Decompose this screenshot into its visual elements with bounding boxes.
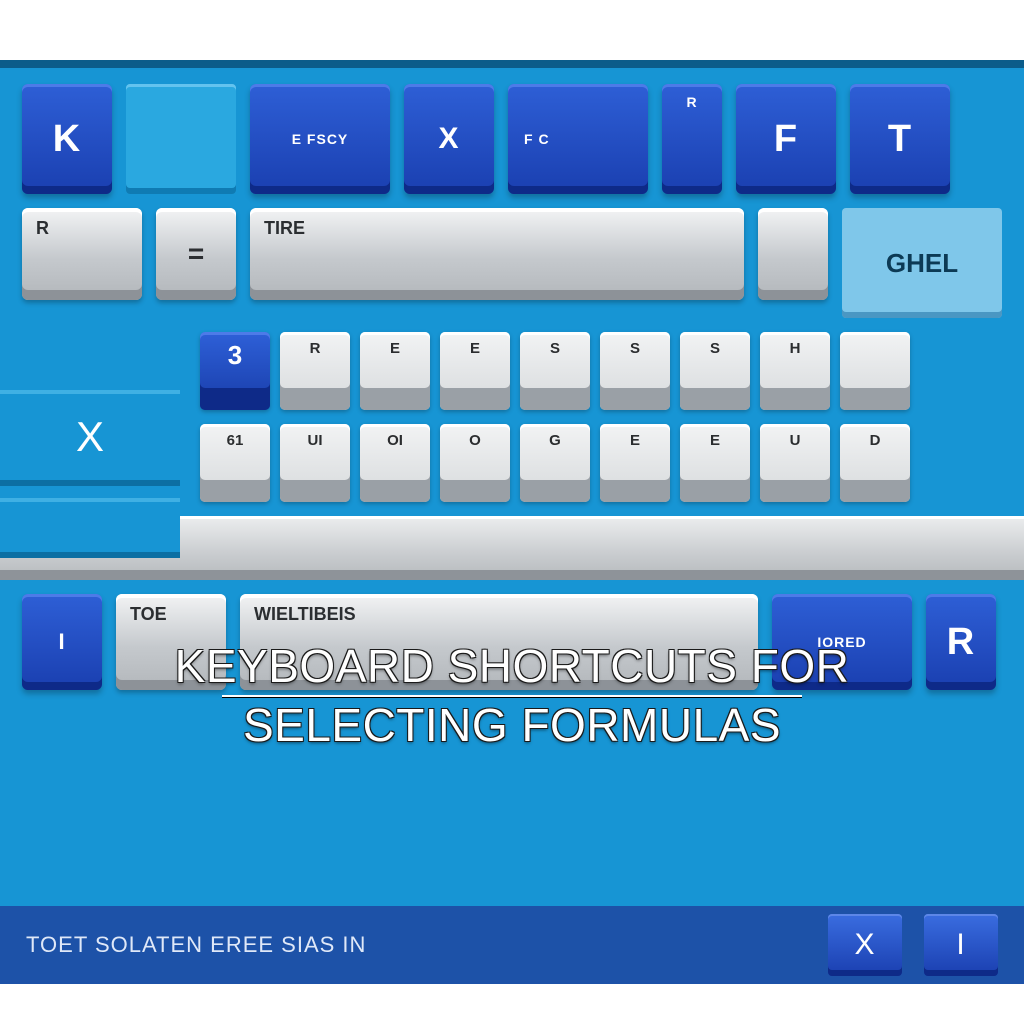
gkey-r3-3[interactable]: E [440,332,510,410]
title-rule [222,695,802,697]
key-3-blue[interactable]: 3 [200,332,270,410]
silver-key-eq[interactable]: = [156,208,236,300]
gkey-r4-0[interactable]: 61 [200,424,270,502]
cyan-slab-1 [126,84,236,194]
left-blank-slab [0,498,180,558]
gkey-r4-5[interactable]: E [600,424,670,502]
key-efscy[interactable]: E FSCY [250,84,390,194]
title-line-2: Selecting Formulas [120,699,904,752]
row-silver-1: R = TIRE GHEL [0,208,1024,318]
footer-strip: TOET SOLATEN EREE SIAS IN X I [0,906,1024,984]
left-column: X [0,390,180,558]
key-f[interactable]: F [736,84,836,194]
gkey-r4-4[interactable]: G [520,424,590,502]
gkey-r4-3[interactable]: O [440,424,510,502]
gkey-r3-7[interactable]: H [760,332,830,410]
silver-key-blank1[interactable] [758,208,828,300]
gkey-r4-8[interactable]: D [840,424,910,502]
gkey-r3-6[interactable]: S [680,332,750,410]
title-overlay: Keyboard Shortcuts For Selecting Formula… [0,640,1024,752]
silver-key-r[interactable]: R [22,208,142,300]
title-line-1: Keyboard Shortcuts For [120,640,904,693]
lightblue-key[interactable]: GHEL [842,208,1002,318]
silver-key-eq-label: = [188,238,204,270]
gkey-r4-2[interactable]: OI [360,424,430,502]
gkey-r4-7[interactable]: U [760,424,830,502]
gkey-r3-1[interactable]: R [280,332,350,410]
gkey-r3-8[interactable] [840,332,910,410]
footer-text: TOET SOLATEN EREE SIAS IN [26,932,806,958]
silver-key-wide-label: TIRE [264,218,305,239]
illustration-canvas: K E FSCY X F C R F T R = TIRE GHEL 3 R E… [0,0,1024,1024]
key-k[interactable]: K [22,84,112,194]
key-fc[interactable]: F C [508,84,648,194]
gkey-r3-2[interactable]: E [360,332,430,410]
row-top-blue: K E FSCY X F C R F T [0,84,1024,194]
footer-key-i[interactable]: I [924,914,998,976]
gkey-r4-6[interactable]: E [680,424,750,502]
gkey-r3-5[interactable]: S [600,332,670,410]
left-x-slab[interactable]: X [0,390,180,486]
key-t[interactable]: T [850,84,950,194]
key-x-top[interactable]: X [404,84,494,194]
gkey-r4-1[interactable]: UI [280,424,350,502]
footer-key-x[interactable]: X [828,914,902,976]
silver-key-wide[interactable]: TIRE [250,208,744,300]
key-r-small[interactable]: R [662,84,722,194]
silver-key-r-label: R [36,218,49,239]
silver-toe-label: TOE [130,604,167,625]
silver-long-space-label: WIELTIBEIS [254,604,356,625]
gkey-r3-4[interactable]: S [520,332,590,410]
